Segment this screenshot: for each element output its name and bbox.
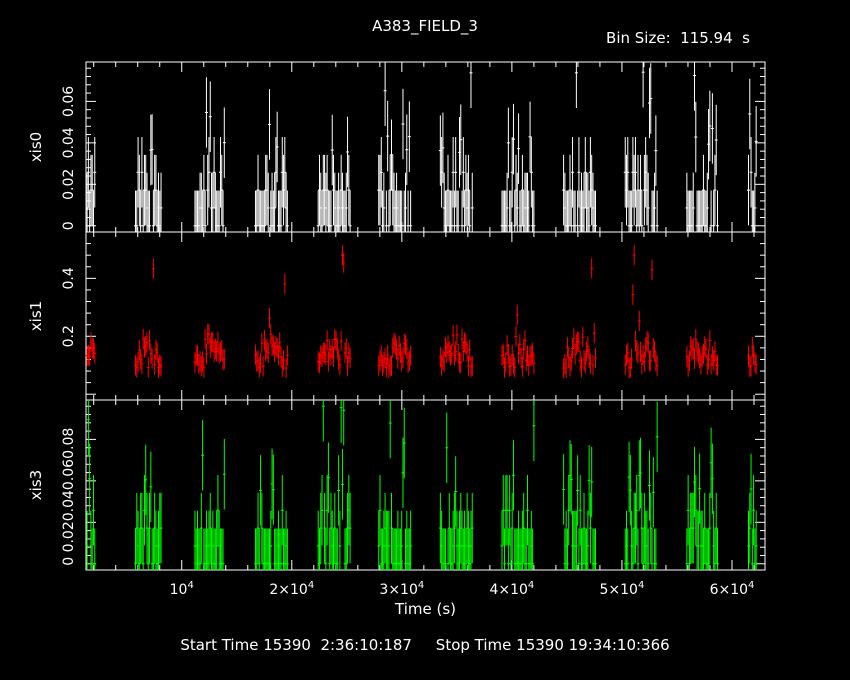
xis1-y-tick-label: 0.4 — [61, 267, 77, 289]
xis1-frame — [85, 231, 766, 401]
xis3-y-tick-label: 0 0.020.040.060.08 — [61, 428, 77, 566]
chart-svg: 0 0.02 0.04 0.06 xis0 0.2 0.4 xis1 0 0.020.040.0… — [27, 61, 766, 618]
x-tick-exponent: 4 — [638, 580, 644, 591]
x-tick-exponent: 4 — [748, 580, 754, 591]
x-tick-base: 3×10 — [379, 582, 417, 598]
lightcurve-figure: A383_FIELD_3 Bin Size: 115.94 s 0 0.02 0.0… — [0, 0, 850, 680]
x-tick-label: 104 — [170, 580, 194, 598]
x-tick-exponent: 4 — [308, 580, 314, 591]
xis1-y-tick-label: 0.2 — [61, 325, 77, 347]
xis0-axis-label: xis0 — [27, 132, 45, 162]
x-tick-exponent: 4 — [528, 580, 534, 591]
xis0-data — [85, 62, 758, 232]
xis3-axis-label: xis3 — [27, 470, 45, 500]
xis1-data — [85, 244, 758, 379]
x-tick-label: 5×104 — [600, 580, 645, 598]
xis0-frame — [85, 61, 766, 233]
xis0-y-tick-label: 0.06 — [61, 86, 77, 117]
x-tick-label: 2×104 — [269, 580, 314, 598]
x-tick-exponent: 4 — [418, 580, 424, 591]
x-tick-exponent: 4 — [187, 580, 193, 591]
x-tick-label: 6×104 — [710, 580, 755, 598]
xis3-data — [85, 400, 758, 570]
x-tick-label: 4×104 — [489, 580, 534, 598]
xis0-y-tick-label: 0.04 — [61, 127, 77, 158]
x-axis-label: Time (s) — [394, 600, 456, 618]
xis0-panel: 0 0.02 0.04 0.06 xis0 — [27, 61, 766, 233]
xis3-panel: 0 0.020.040.060.08 xis3 — [27, 399, 766, 571]
xis0-y-tick-label: 0 — [61, 221, 77, 230]
xis1-panel: 0.2 0.4 xis1 — [27, 231, 766, 401]
xis1-axis-label: xis1 — [27, 301, 45, 331]
x-tick-base: 10 — [170, 582, 188, 598]
x-tick-label: 3×104 — [379, 580, 424, 598]
x-tick-base: 6×10 — [710, 582, 748, 598]
xis3-frame — [85, 399, 766, 571]
xis0-y-tick-label: 0.02 — [61, 169, 77, 200]
x-tick-base: 2×10 — [269, 582, 307, 598]
x-tick-base: 4×10 — [489, 582, 527, 598]
x-tick-base: 5×10 — [600, 582, 638, 598]
time-range-footer: Start Time 15390 2:36:10:187 Stop Time 1… — [180, 636, 670, 654]
